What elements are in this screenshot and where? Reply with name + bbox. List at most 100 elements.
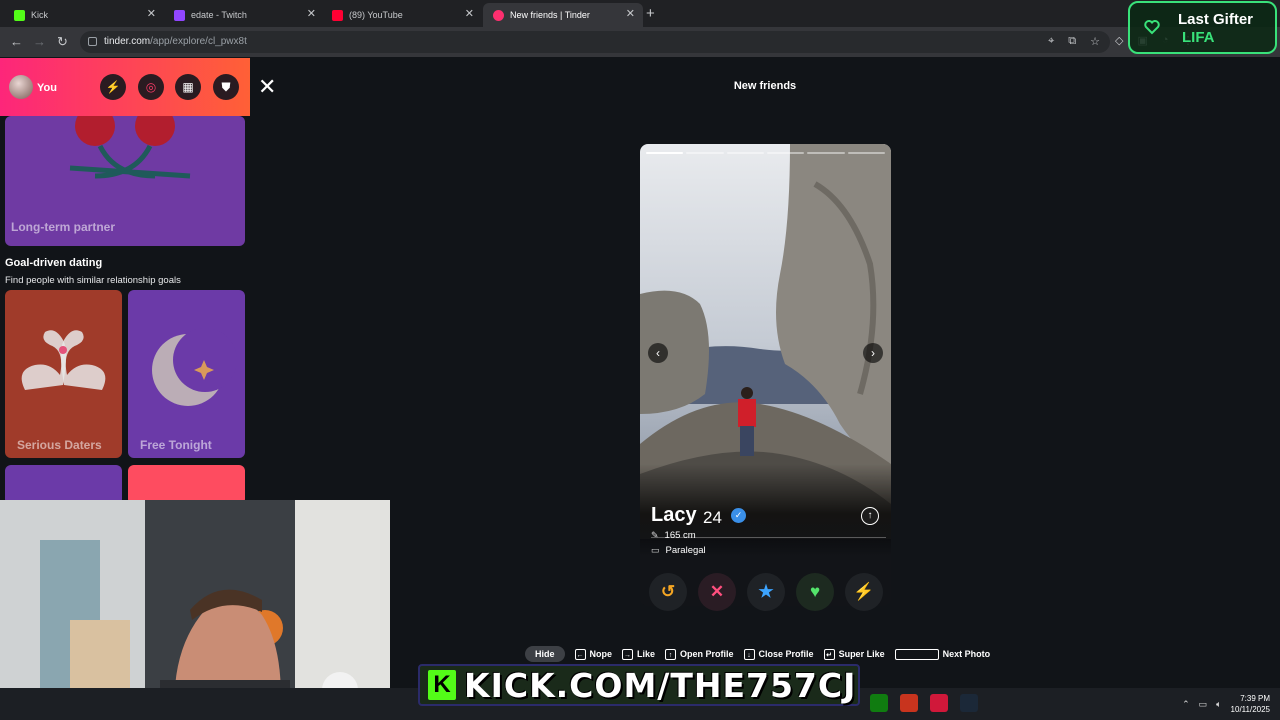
install-app-icon[interactable]: ⧉ (1068, 35, 1076, 48)
tinder-favicon-icon (493, 9, 504, 21)
shortcut-label: Close Profile (758, 649, 814, 659)
up-key-icon: ↑ (665, 648, 677, 660)
profile-age: 24 (703, 508, 722, 527)
kick-channel-text: KICK.COM/THE757CJ (464, 665, 857, 705)
category-card[interactable] (5, 465, 122, 505)
tab-title: edate - Twitch (191, 10, 247, 20)
site-info-icon[interactable] (88, 37, 97, 46)
boost-bolt-icon[interactable]: ⚡ (100, 74, 126, 100)
keyboard-shortcuts: Hide ← Nope → Like ↑ Open Profile ↓ Close Pr… (525, 645, 1000, 663)
address-bar[interactable]: tinder.com/app/explore/cl_pwx8t ⌖ ⧉ ☆ (80, 31, 1110, 53)
tab-close-icon[interactable]: ✕ (147, 7, 156, 20)
clock-date: 10/11/2025 (1230, 705, 1270, 714)
shortcut-next-photo: Next Photo (894, 648, 990, 660)
page-title: New friends (733, 80, 797, 92)
app-icon[interactable] (900, 694, 918, 712)
shortcut-label: Like (637, 649, 656, 659)
bookmark-star-icon[interactable]: ☆ (1090, 35, 1100, 48)
network-icon[interactable]: ▭ (1199, 699, 1208, 710)
webcam-image (0, 500, 390, 720)
kick-favicon-icon (14, 9, 25, 21)
long-term-partner-card[interactable]: Long-term partner (5, 116, 245, 246)
right-key-icon: → (622, 648, 634, 660)
close-icon[interactable]: ✕ (258, 76, 276, 98)
kick-channel-banner: K KICK.COM/THE757CJ (418, 664, 860, 706)
location-icon[interactable]: ⌖ (1048, 35, 1054, 48)
shortcut-close-profile: ↓ Close Profile (743, 648, 814, 660)
avatar[interactable] (9, 75, 33, 99)
user-label[interactable]: You (37, 82, 57, 94)
profile-job-row: ▭ Paralegal (651, 545, 706, 556)
section-subtitle: Find people with similar relationship go… (5, 275, 181, 286)
photo-indicator (726, 152, 764, 154)
shortcut-nope: ← Nope (574, 648, 612, 660)
tab-title: (89) YouTube (349, 10, 403, 20)
tab-title: Kick (31, 10, 49, 20)
shortcut-super-like: ↵ Super Like (823, 648, 885, 660)
browser-toolbar: ← → ↻ tinder.com/app/explore/cl_pwx8t ⌖ … (0, 27, 1280, 57)
swans-icon (21, 330, 106, 390)
profile-card[interactable]: ‹ › Lacy 24 ✓ ↑ ✎ 165 cm ▭ Paralegal (640, 144, 891, 606)
tab-close-icon[interactable]: ✕ (307, 7, 316, 20)
briefcase-icon[interactable]: ▦ (175, 74, 201, 100)
open-profile-arrow-icon[interactable]: ↑ (861, 507, 879, 525)
webcam-overlay (0, 500, 390, 720)
app-icon[interactable] (930, 694, 948, 712)
volume-icon[interactable]: 🔈︎ (1216, 699, 1221, 710)
photo-verified-icon[interactable]: ✓ (731, 508, 746, 523)
action-buttons: ↺ ✕ ★ ♥ ⚡ (649, 573, 883, 611)
space-key-icon (894, 648, 939, 660)
serious-daters-card[interactable]: Serious Daters (5, 290, 122, 458)
gifter-title: Last Gifter (1178, 11, 1254, 28)
heart-icon (1144, 20, 1160, 35)
tab-youtube[interactable]: (89) YouTube ✕ (322, 3, 482, 27)
photo-indicator (766, 152, 805, 154)
taskbar-app-icons (870, 694, 978, 712)
shortcut-label: Super Like (838, 649, 885, 659)
youtube-favicon-icon (332, 9, 343, 21)
photo-progress-bars (646, 152, 885, 154)
tab-title: New friends | Tinder (510, 10, 590, 20)
xbox-icon[interactable] (870, 694, 888, 712)
extension-icon[interactable]: ◇ (1115, 34, 1123, 47)
new-tab-icon[interactable]: + (646, 5, 655, 22)
steam-icon[interactable] (960, 694, 978, 712)
photo-indicator (686, 152, 724, 154)
tab-tinder[interactable]: New friends | Tinder ✕ (483, 3, 643, 27)
shortcut-like: → Like (622, 648, 656, 660)
address-url: tinder.com/app/explore/cl_pwx8t (104, 36, 247, 47)
free-tonight-card[interactable]: Free Tonight (128, 290, 245, 458)
tab-close-icon[interactable]: ✕ (465, 7, 474, 20)
category-card[interactable] (128, 465, 245, 505)
profile-height-row: ✎ 165 cm (651, 530, 696, 541)
super-like-star-icon[interactable]: ★ (747, 573, 785, 611)
like-heart-icon[interactable]: ♥ (796, 573, 834, 611)
chevron-up-icon[interactable]: ⌃ (1182, 699, 1190, 710)
tab-kick[interactable]: Kick ✕ (4, 3, 164, 27)
profile-height: 165 cm (664, 530, 696, 541)
boost-bolt-icon[interactable]: ⚡ (845, 573, 883, 611)
ruler-icon: ✎ (651, 530, 659, 540)
shield-icon[interactable]: ⛊ (213, 74, 239, 100)
shortcut-open-profile: ↑ Open Profile (665, 648, 734, 660)
clock[interactable]: 7:39 PM 10/11/2025 (1231, 693, 1270, 715)
section-title: Goal-driven dating (5, 257, 103, 269)
explore-compass-icon[interactable]: ◎ (138, 74, 164, 100)
reload-icon[interactable]: ↻ (57, 34, 68, 50)
kick-logo-icon: K (428, 670, 456, 700)
forward-arrow-icon[interactable]: → (33, 34, 46, 49)
nope-x-icon[interactable]: ✕ (698, 573, 736, 611)
last-gifter-overlay: Last Gifter LIFA (1128, 1, 1277, 54)
url-path: /app/explore/cl_pwx8t (150, 36, 247, 47)
photo-indicator (807, 152, 845, 154)
down-key-icon: ↓ (743, 648, 755, 660)
previous-photo-arrow-icon[interactable]: ‹ (648, 343, 668, 363)
url-host: tinder.com (104, 36, 151, 47)
tab-twitch[interactable]: edate - Twitch ✕ (164, 3, 324, 27)
next-photo-arrow-icon[interactable]: › (863, 343, 883, 363)
back-arrow-icon[interactable]: ← (10, 34, 23, 49)
photo-indicator (847, 152, 885, 154)
rewind-icon[interactable]: ↺ (649, 573, 687, 611)
hide-shortcuts-button[interactable]: Hide (525, 646, 565, 662)
tab-close-icon[interactable]: ✕ (626, 7, 635, 20)
